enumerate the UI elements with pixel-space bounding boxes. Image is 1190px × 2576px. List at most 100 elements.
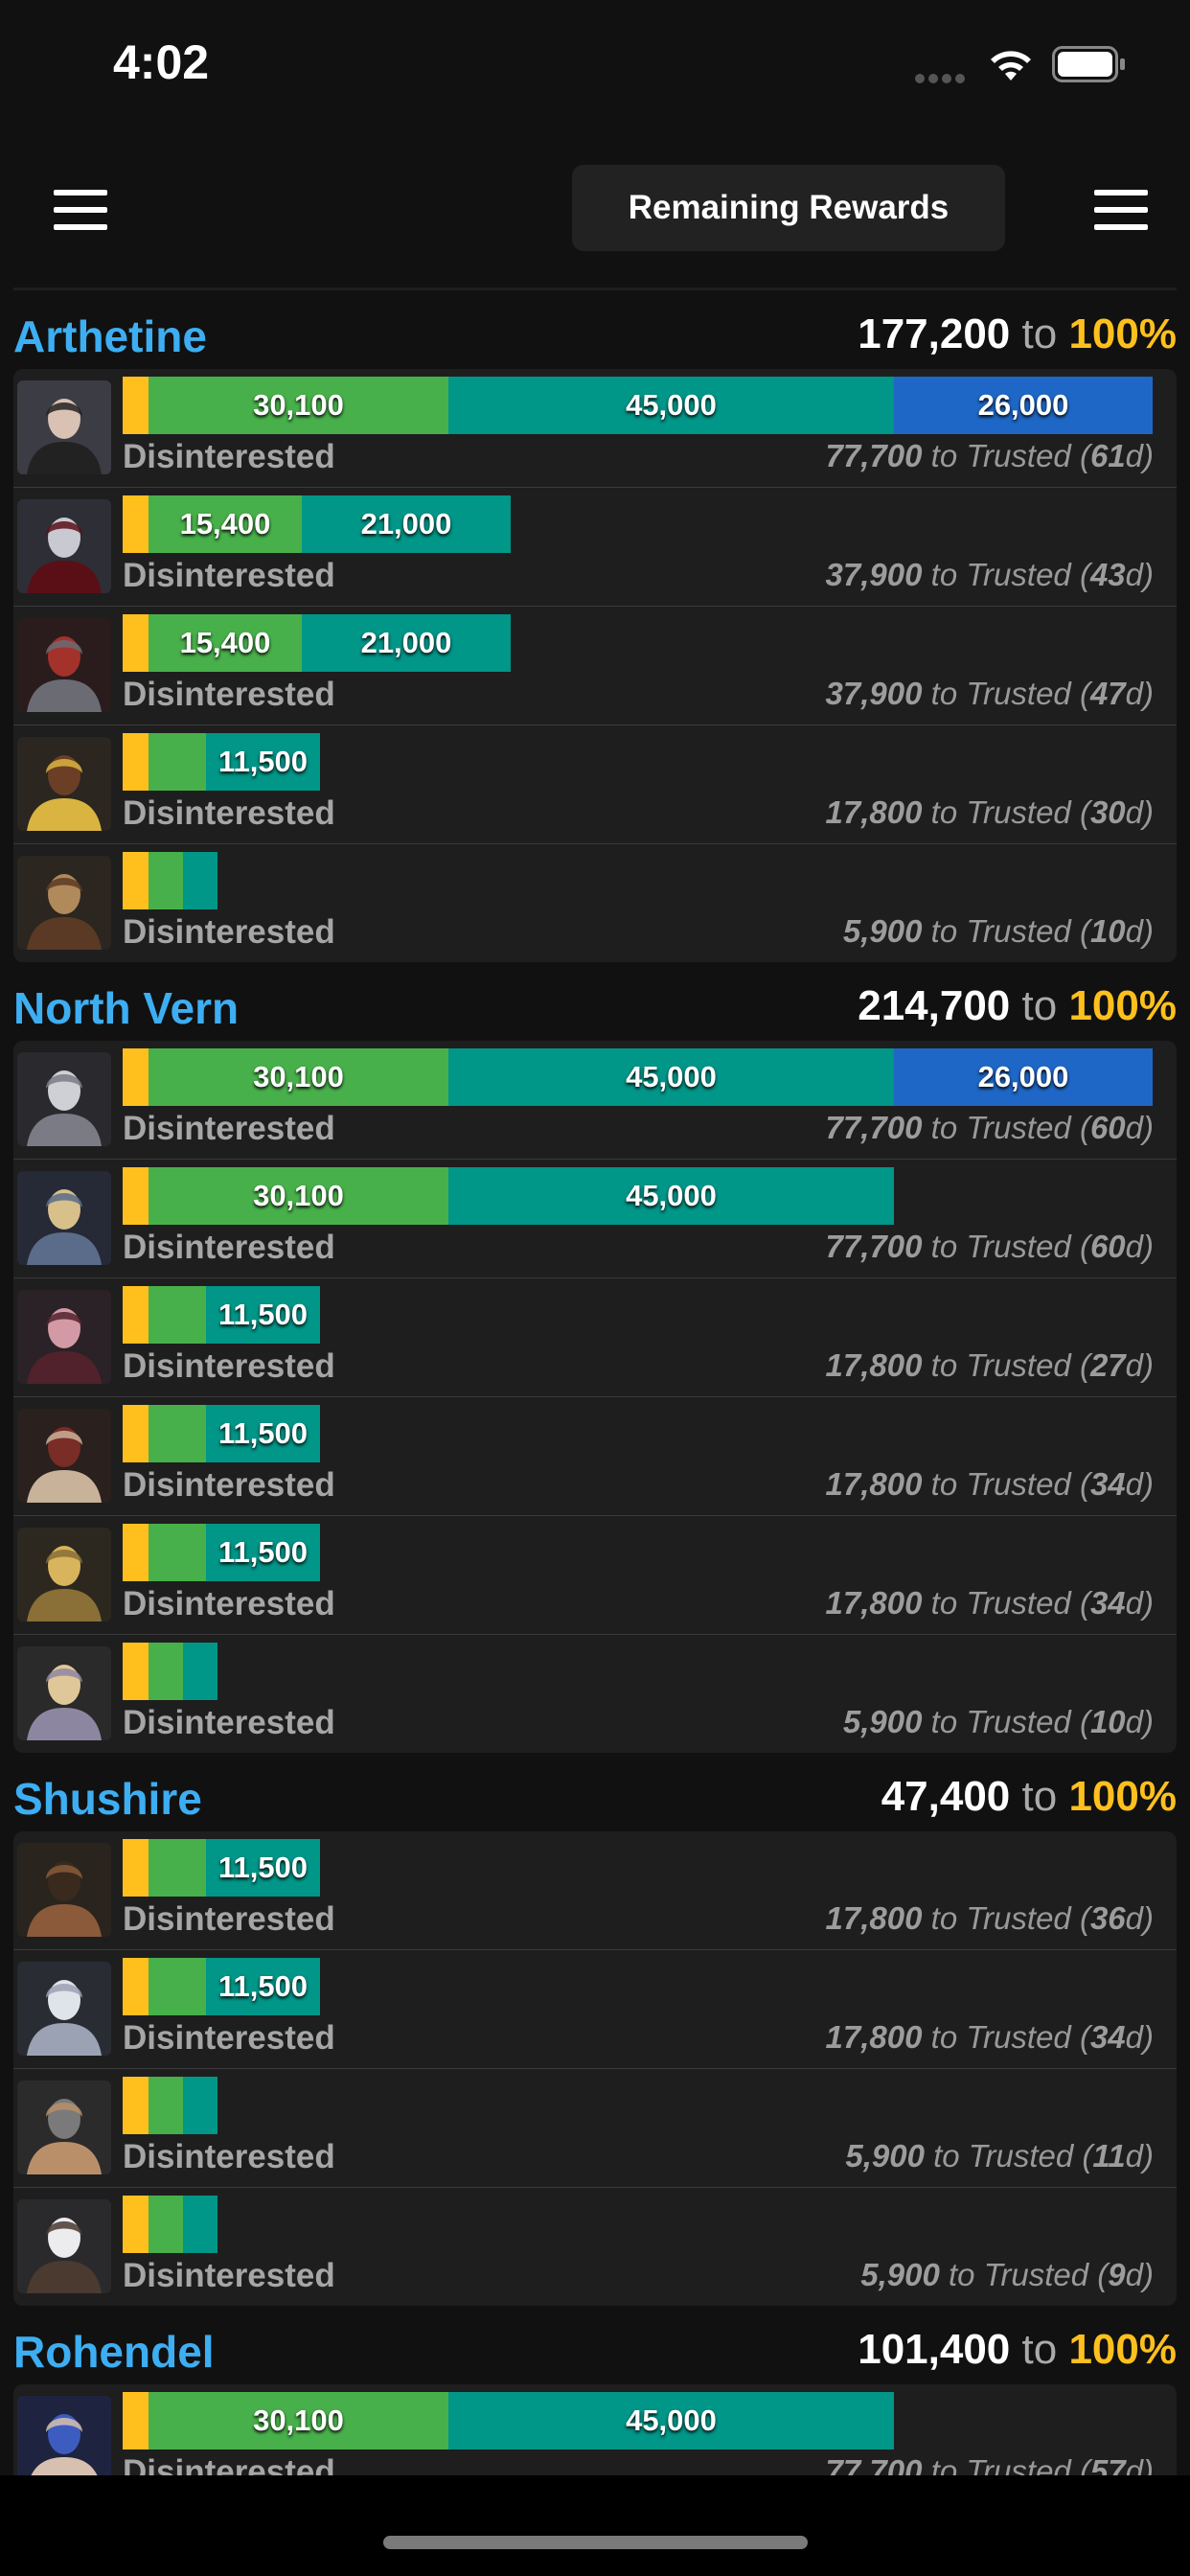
reward-segment-green — [149, 1958, 206, 2015]
npc-status-label: Disinterested — [123, 2257, 335, 2294]
region-header[interactable]: North Vern 214,700 to 100% — [0, 962, 1190, 1041]
npc-row[interactable]: 15,400 21,000 Disinterested 37,900 to Trust… — [13, 487, 1177, 606]
npc-portrait-image — [17, 618, 111, 712]
remaining-rewards-button[interactable]: Remaining Rewards — [572, 165, 1005, 251]
region-name[interactable]: North Vern — [13, 982, 239, 1034]
to-trusted-label: to Trusted ( — [930, 1229, 1090, 1264]
to-trusted-label: to Trusted ( — [930, 676, 1090, 711]
region-section: Rohendel 101,400 to 100% 30,100 45,000 Disin… — [0, 2306, 1190, 2475]
days-suffix: d) — [1125, 438, 1154, 473]
status-bar: 4:02 — [0, 0, 1190, 134]
npc-avatar — [17, 1843, 111, 1937]
reward-segment-yellow — [123, 1286, 149, 1344]
days-to-trusted: 61 — [1089, 438, 1126, 473]
days-suffix: d) — [1125, 2019, 1154, 2055]
days-suffix: d) — [1125, 676, 1154, 711]
region-remaining-value: 101,400 — [858, 2326, 1011, 2373]
npc-status-label: Disinterested — [123, 1110, 335, 1147]
npc-row[interactable]: Disinterested 5,900 to Trusted (11d) — [13, 2068, 1177, 2187]
completion-percent: 100% — [1068, 2326, 1177, 2373]
reward-bar: 11,500 — [123, 1524, 320, 1581]
region-total: 101,400 to 100% — [858, 2326, 1177, 2374]
home-indicator[interactable] — [383, 2536, 808, 2549]
npc-row[interactable]: 30,100 45,000 Disinterested 77,700 to Trust… — [13, 2384, 1177, 2475]
reward-segment-green — [149, 1839, 206, 1897]
npc-avatar — [17, 380, 111, 474]
reward-segment-teal: 45,000 — [448, 1167, 894, 1225]
npc-row[interactable]: Disinterested 5,900 to Trusted (10d) — [13, 843, 1177, 962]
days-suffix: d) — [1125, 1585, 1154, 1621]
npc-row[interactable]: 11,500 Disinterested 17,800 to Trusted (27… — [13, 1277, 1177, 1396]
region-header[interactable]: Arthetine 177,200 to 100% — [0, 290, 1190, 369]
trusted-progress-text: 77,700 to Trusted (57d) — [826, 2453, 1154, 2475]
trusted-progress-text: 17,800 to Trusted (34d) — [826, 2019, 1154, 2056]
region-list[interactable]: Arthetine 177,200 to 100% 30,100 45,000 26,0… — [0, 290, 1190, 2475]
right-menu-icon[interactable] — [1094, 190, 1148, 230]
npc-portrait-image — [17, 737, 111, 831]
region-name[interactable]: Shushire — [13, 1773, 202, 1825]
days-to-trusted: 34 — [1089, 1466, 1126, 1502]
npc-row[interactable]: Disinterested 5,900 to Trusted (9d) — [13, 2187, 1177, 2306]
reward-bar: 11,500 — [123, 1405, 320, 1462]
npc-status-label: Disinterested — [123, 1229, 335, 1266]
left-menu-icon[interactable] — [54, 190, 107, 230]
reward-segment-teal: 45,000 — [448, 1048, 894, 1106]
reward-segment-green — [149, 2077, 183, 2134]
npc-row[interactable]: 11,500 Disinterested 17,800 to Trusted (34… — [13, 1396, 1177, 1515]
region-total: 177,200 to 100% — [858, 310, 1177, 358]
trusted-progress-text: 37,900 to Trusted (47d) — [826, 676, 1154, 712]
points-to-trusted: 77,700 — [825, 1229, 923, 1264]
to-trusted-label: to Trusted ( — [933, 2138, 1093, 2174]
reward-bar — [123, 1643, 217, 1700]
cellular-signal-icon — [915, 71, 969, 88]
npc-row[interactable]: 30,100 45,000 26,000 Disinterested 77,700 to… — [13, 369, 1177, 487]
days-suffix: d) — [1125, 1466, 1154, 1502]
npc-portrait-image — [17, 499, 111, 593]
npc-status-label: Disinterested — [123, 1585, 335, 1622]
to-trusted-label: to Trusted ( — [930, 438, 1090, 473]
days-suffix: d) — [1125, 2257, 1154, 2292]
region-total: 47,400 to 100% — [881, 1773, 1177, 1821]
to-trusted-label: to Trusted ( — [930, 794, 1090, 830]
points-to-trusted: 77,700 — [825, 2453, 923, 2475]
reward-segment-yellow — [123, 2392, 149, 2450]
npc-portrait-image — [17, 2199, 111, 2293]
region-header[interactable]: Shushire 47,400 to 100% — [0, 1753, 1190, 1831]
reward-segment-yellow — [123, 1048, 149, 1106]
npc-avatar — [17, 1528, 111, 1622]
to-trusted-label: to Trusted ( — [930, 2019, 1090, 2055]
region-header[interactable]: Rohendel 101,400 to 100% — [0, 2306, 1190, 2384]
trusted-progress-text: 5,900 to Trusted (11d) — [845, 2138, 1154, 2174]
reward-segment-yellow — [123, 2196, 149, 2253]
npc-row[interactable]: 11,500 Disinterested 17,800 to Trusted (30… — [13, 724, 1177, 843]
reward-bar: 11,500 — [123, 1958, 320, 2015]
to-trusted-label: to Trusted ( — [930, 913, 1090, 949]
region-section: North Vern 214,700 to 100% 30,100 45,000 26,… — [0, 962, 1190, 1753]
npc-row[interactable]: 11,500 Disinterested 17,800 to Trusted (34… — [13, 1949, 1177, 2068]
npc-status-label: Disinterested — [123, 913, 335, 951]
npc-row[interactable]: 11,500 Disinterested 17,800 to Trusted (34… — [13, 1515, 1177, 1634]
reward-bar: 11,500 — [123, 1839, 320, 1897]
npc-avatar — [17, 2081, 111, 2174]
days-to-trusted: 10 — [1089, 913, 1126, 949]
npc-row[interactable]: 11,500 Disinterested 17,800 to Trusted (36… — [13, 1831, 1177, 1949]
reward-bar: 30,100 45,000 — [123, 2392, 894, 2450]
region-section: Shushire 47,400 to 100% 11,500 Disintereste… — [0, 1753, 1190, 2306]
reward-segment-teal: 45,000 — [448, 377, 894, 434]
reward-segment-teal: 45,000 — [448, 2392, 894, 2450]
region-name[interactable]: Rohendel — [13, 2326, 215, 2378]
reward-segment-green: 15,400 — [149, 495, 302, 553]
npc-avatar — [17, 1052, 111, 1146]
to-label: to — [1021, 1773, 1058, 1820]
npc-row[interactable]: 30,100 45,000 Disinterested 77,700 to Trust… — [13, 1159, 1177, 1277]
npc-row[interactable]: 15,400 21,000 Disinterested 37,900 to Trust… — [13, 606, 1177, 724]
region-name[interactable]: Arthetine — [13, 310, 207, 362]
days-suffix: d) — [1125, 1229, 1154, 1264]
trusted-progress-text: 17,800 to Trusted (36d) — [826, 1900, 1154, 1937]
reward-segment-green — [149, 2196, 183, 2253]
npc-row[interactable]: 30,100 45,000 26,000 Disinterested 77,700 to… — [13, 1041, 1177, 1159]
npc-avatar — [17, 499, 111, 593]
npc-row[interactable]: Disinterested 5,900 to Trusted (10d) — [13, 1634, 1177, 1753]
reward-segment-yellow — [123, 495, 149, 553]
trusted-progress-text: 17,800 to Trusted (30d) — [826, 794, 1154, 831]
